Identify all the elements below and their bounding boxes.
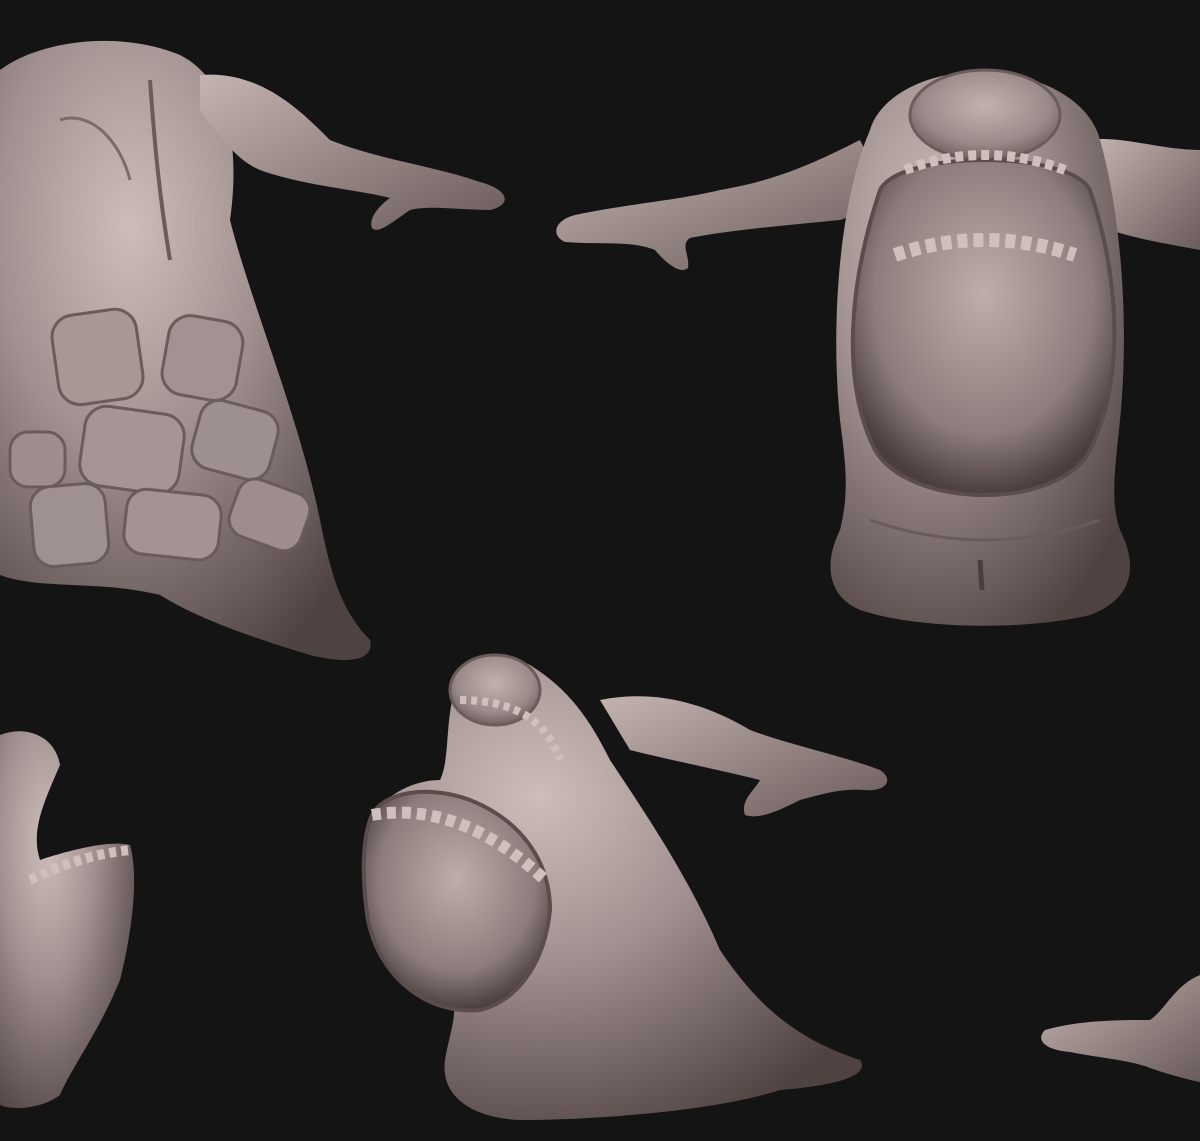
- sculpt-render-canvas: [0, 0, 1200, 1141]
